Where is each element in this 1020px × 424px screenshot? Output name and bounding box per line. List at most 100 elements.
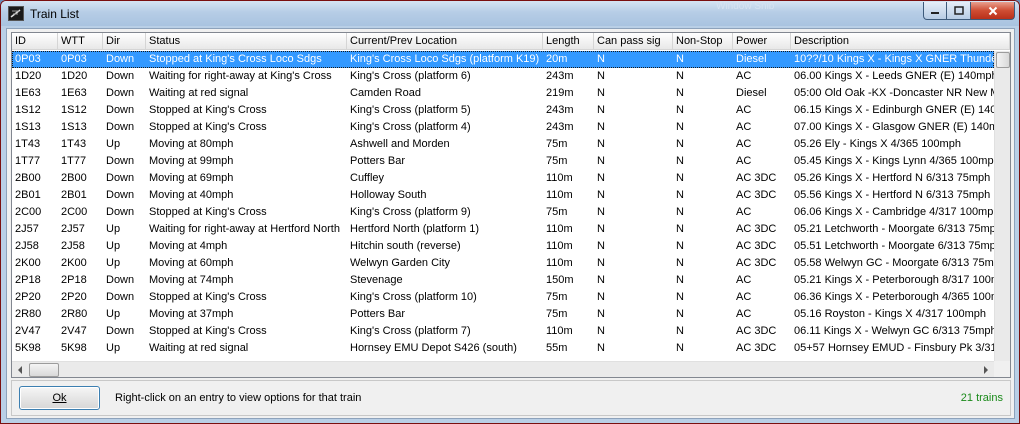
cell-length: 110m [546, 257, 573, 269]
cell-status: Moving at 4mph [149, 240, 228, 252]
cell-location: Potters Bar [350, 308, 406, 320]
column-header-status[interactable]: Status [146, 33, 347, 50]
cell-wtt: 2B00 [61, 172, 87, 184]
table-row[interactable]: 2V47 2V47 Down Stopped at King's Cross King'… [12, 323, 994, 340]
table-row[interactable]: 5K98 5K98 Up Waiting at red signal Hornsey E… [12, 340, 994, 357]
cell-status: Moving at 80mph [149, 138, 234, 150]
cell-length: 243m [546, 121, 574, 133]
scroll-right-button[interactable] [978, 362, 994, 377]
cell-power: AC [736, 138, 752, 150]
table-row[interactable]: 1S13 1S13 Down Stopped at King's Cross King'… [12, 119, 994, 136]
cell-length: 243m [546, 70, 574, 82]
cell-description: 07.00 Kings X - Glasgow GNER (E) 140mph [794, 121, 994, 133]
table-row[interactable]: 1D20 1D20 Down Waiting for right-away at Ki… [12, 68, 994, 85]
cell-wtt: 2K00 [61, 257, 87, 269]
cell-wtt: 5K98 [61, 342, 87, 354]
cell-dir: Up [106, 223, 121, 235]
horizontal-scrollbar[interactable] [12, 361, 994, 377]
cell-power: AC [736, 291, 752, 303]
cell-power: AC [736, 308, 752, 320]
cell-dir: Down [106, 206, 135, 218]
cell-dir: Down [106, 53, 135, 65]
cell-non-stop: N [676, 104, 684, 116]
column-header-location[interactable]: Current/Prev Location [347, 33, 543, 50]
table-row[interactable]: 2B01 2B01 Down Moving at 40mph Holloway Sout… [12, 187, 994, 204]
cell-id: 2J57 [15, 223, 39, 235]
table-row[interactable]: 2P18 2P18 Down Moving at 74mph Stevenage 150m… [12, 272, 994, 289]
column-header-wtt[interactable]: WTT [58, 33, 103, 50]
arrow-left-icon [18, 366, 22, 374]
train-list-window: Train List Window Snip ID WTT Dir Status Cur… [0, 0, 1020, 424]
table-row[interactable]: 2B00 2B00 Down Moving at 69mph Cuffley 110m N N… [12, 170, 994, 187]
cell-status: Moving at 99mph [149, 155, 234, 167]
table-row[interactable]: 0P03 0P03 Down Stopped at King's Cross Loco… [12, 51, 994, 68]
table-row[interactable]: 2P20 2P20 Down Stopped at King's Cross King'… [12, 289, 994, 306]
cell-non-stop: N [676, 342, 684, 354]
column-header-description[interactable]: Description [791, 33, 1010, 50]
table-row[interactable]: 1E63 1E63 Down Waiting at red signal Camden … [12, 85, 994, 102]
table-row[interactable]: 2R80 2R80 Up Moving at 37mph Potters Bar 75m N… [12, 306, 994, 323]
table-row[interactable]: 2J57 2J57 Up Waiting for right-away at Hert… [12, 221, 994, 238]
column-header-length[interactable]: Length [543, 33, 594, 50]
cell-description: 05.26 Ely - Kings X 4/365 100mph [794, 138, 961, 150]
column-header-dir[interactable]: Dir [103, 33, 146, 50]
column-header-id[interactable]: ID [12, 33, 58, 50]
ok-button[interactable]: Ok [19, 386, 100, 410]
cell-description: 05.21 Letchworth - Moorgate 6/313 75mph [794, 223, 994, 235]
cell-id: 0P03 [15, 53, 41, 65]
table-row[interactable]: 2J58 2J58 Up Moving at 4mph Hitchin south (r… [12, 238, 994, 255]
title-bar[interactable]: Train List Window Snip [1, 1, 1019, 26]
cell-can-pass-sig: N [597, 53, 605, 65]
cell-wtt: 1E63 [61, 87, 87, 99]
vertical-scroll-thumb[interactable] [996, 52, 1010, 68]
minimize-button[interactable] [923, 2, 947, 20]
table-row[interactable]: 1T77 1T77 Down Moving at 99mph Potters Bar 75… [12, 153, 994, 170]
train-count: 21 trains [960, 392, 1003, 404]
cell-status: Stopped at King's Cross [149, 206, 267, 218]
cell-id: 1T77 [15, 155, 41, 167]
cell-dir: Down [106, 274, 135, 286]
table-row[interactable]: 2K00 2K00 Up Moving at 60mph Welwyn Garden C… [12, 255, 994, 272]
table-row[interactable]: 1S12 1S12 Down Stopped at King's Cross King'… [12, 102, 994, 119]
cell-dir: Down [106, 87, 135, 99]
cell-power: AC [736, 70, 752, 82]
cell-status: Waiting at red signal [149, 87, 249, 99]
cell-location: King's Cross (platform 9) [350, 206, 471, 218]
cell-can-pass-sig: N [597, 104, 605, 116]
close-button[interactable] [971, 2, 1015, 20]
cell-id: 1E63 [15, 87, 41, 99]
cell-power: AC [736, 155, 752, 167]
cell-power: AC 3DC [736, 257, 777, 269]
cell-length: 110m [546, 223, 573, 235]
cell-id: 2C00 [15, 206, 42, 218]
cell-length: 75m [546, 155, 568, 167]
scrollbar-corner [994, 361, 1010, 377]
column-header-non-stop[interactable]: Non-Stop [673, 33, 733, 50]
cell-length: 55m [546, 342, 568, 354]
table-row[interactable]: 2C00 2C00 Down Stopped at King's Cross King'… [12, 204, 994, 221]
cell-location: King's Cross (platform 10) [350, 291, 477, 303]
vertical-scrollbar[interactable] [994, 51, 1010, 361]
train-list-table[interactable]: ID WTT Dir Status Current/Prev Location Lengt… [11, 32, 1011, 378]
cell-location: Hertford North (platform 1) [350, 223, 479, 235]
cell-status: Moving at 60mph [149, 257, 234, 269]
cell-wtt: 2R80 [61, 308, 88, 320]
table-row[interactable]: 1T43 1T43 Up Moving at 80mph Ashwell and Mor… [12, 136, 994, 153]
cell-dir: Down [106, 104, 135, 116]
cell-wtt: 1S12 [61, 104, 87, 116]
column-header-power[interactable]: Power [733, 33, 791, 50]
cell-non-stop: N [676, 155, 684, 167]
scroll-left-button[interactable] [12, 362, 28, 377]
cell-can-pass-sig: N [597, 308, 605, 320]
cell-length: 75m [546, 138, 568, 150]
cell-non-stop: N [676, 206, 684, 218]
cell-non-stop: N [676, 87, 684, 99]
column-header-can-pass-sig[interactable]: Can pass sig [594, 33, 673, 50]
cell-id: 2P18 [15, 274, 41, 286]
cell-power: AC [736, 121, 752, 133]
app-icon [8, 6, 24, 21]
arrow-right-icon [984, 366, 988, 374]
horizontal-scroll-thumb[interactable] [29, 363, 59, 377]
cell-can-pass-sig: N [597, 291, 605, 303]
maximize-button[interactable] [947, 2, 971, 20]
